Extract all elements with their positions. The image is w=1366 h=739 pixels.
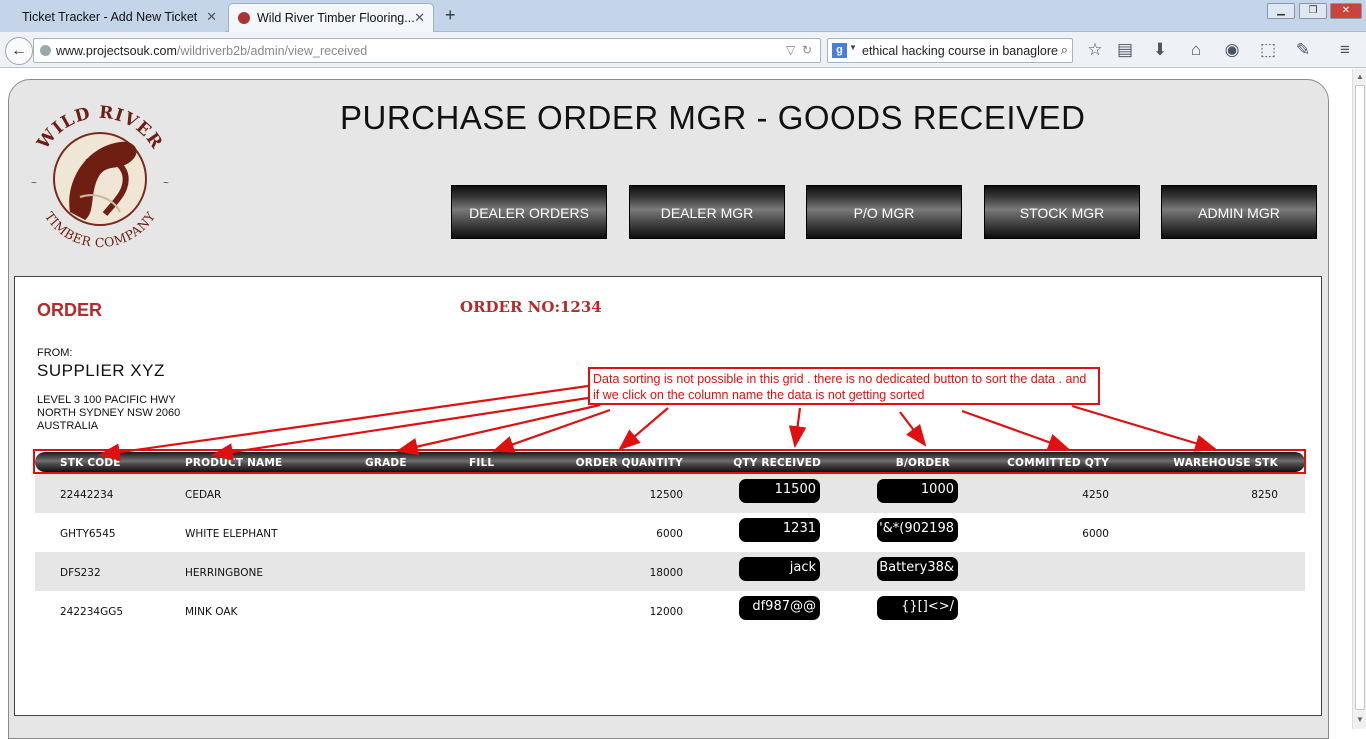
nav-dealer-mgr-button[interactable]: DEALER MGR	[629, 185, 785, 239]
cell-product-name: MINK OAK	[185, 606, 238, 618]
tab-title: Ticket Tracker - Add New Ticket	[22, 10, 198, 24]
table-row: 22442234 CEDAR 12500 11500 1000 4250 825…	[35, 474, 1305, 513]
minimize-window-button[interactable]: ▁	[1267, 3, 1295, 19]
close-window-button[interactable]: ✕	[1330, 3, 1362, 19]
globe-icon	[40, 45, 51, 56]
url-path: /wildriverb2b/admin/view_received	[176, 44, 368, 58]
cell-committed-qty: 6000	[1082, 528, 1109, 540]
cell-committed-qty: 4250	[1082, 489, 1109, 501]
table-row: DFS232 HERRINGBONE 18000 jack Battery38&	[35, 552, 1305, 591]
bookmark-star-icon[interactable]: ☆	[1084, 40, 1106, 60]
order-number: ORDER NO:1234	[460, 298, 602, 316]
qty-received-input[interactable]: 1231	[739, 518, 820, 542]
page-viewport: WILD RIVER TIMBER COMPANY ~ ~ PURCHASE O…	[0, 69, 1352, 739]
address-line-2: NORTH SYDNEY NSW 2060	[37, 407, 181, 419]
browser-nav-bar: ← www.projectsouk.com/wildriverb2b/admin…	[0, 32, 1366, 68]
cell-stk-code: 242234GG5	[60, 606, 124, 618]
order-content-panel: ORDER ORDER NO:1234 FROM: SUPPLIER XYZ L…	[14, 276, 1322, 716]
qty-received-input[interactable]: jack	[739, 557, 820, 581]
download-icon[interactable]: ⬇	[1149, 40, 1171, 60]
screenshot-icon[interactable]: ⬚	[1257, 40, 1279, 60]
cell-order-quantity: 12000	[649, 606, 683, 618]
chevron-down-icon[interactable]: ▼	[849, 43, 857, 52]
nav-admin-mgr-button[interactable]: ADMIN MGR	[1161, 185, 1317, 239]
annotation-callout: Data sorting is not possible in this gri…	[588, 367, 1100, 405]
google-icon[interactable]: g	[832, 43, 847, 58]
scroll-up-icon[interactable]: ▲	[1356, 72, 1364, 81]
cell-stk-code: GHTY6545	[60, 528, 116, 540]
nav-stock-mgr-button[interactable]: STOCK MGR	[984, 185, 1140, 239]
cell-product-name: CEDAR	[185, 489, 222, 501]
from-label: FROM:	[37, 347, 73, 359]
nav-dealer-orders-button[interactable]: DEALER ORDERS	[451, 185, 607, 239]
tab-ticket-tracker[interactable]: Ticket Tracker - Add New Ticket ✕	[0, 3, 225, 32]
url-host: www.projectsouk.com	[56, 44, 177, 58]
vertical-scrollbar[interactable]: ▲ ▼	[1352, 69, 1366, 729]
cell-order-quantity: 6000	[656, 528, 683, 540]
svg-text:~: ~	[31, 178, 37, 189]
cell-product-name: HERRINGBONE	[185, 567, 263, 579]
b-order-input[interactable]: {}[]<>/	[877, 596, 958, 620]
qty-received-input[interactable]: df987@@	[739, 596, 820, 620]
cell-order-quantity: 12500	[649, 489, 683, 501]
search-bar[interactable]: g ▼ ethical hacking course in banaglore …	[827, 38, 1073, 63]
search-input[interactable]: ethical hacking course in banaglore	[862, 44, 1058, 58]
supplier-name: SUPPLIER XYZ	[37, 361, 165, 380]
back-button[interactable]: ←	[5, 37, 33, 65]
new-tab-button[interactable]: +	[445, 5, 456, 26]
search-icon[interactable]: ⌕	[1061, 42, 1068, 58]
cell-order-quantity: 18000	[649, 567, 683, 579]
reload-icon[interactable]: ▽ ↻	[786, 43, 812, 57]
cell-product-name: WHITE ELEPHANT	[185, 528, 278, 540]
cell-warehouse-stk: 8250	[1251, 489, 1278, 501]
address-line-3: AUSTRALIA	[37, 420, 99, 432]
address-line-1: LEVEL 3 100 PACIFIC HWY	[37, 394, 176, 406]
menu-icon[interactable]: ≡	[1334, 40, 1356, 60]
table-row: GHTY6545 WHITE ELEPHANT 6000 1231 '&*(90…	[35, 513, 1305, 552]
svg-text:~: ~	[163, 178, 169, 189]
restore-window-button[interactable]: ❐	[1299, 3, 1327, 19]
cell-stk-code: DFS232	[60, 567, 101, 579]
cell-stk-code: 22442234	[60, 489, 114, 501]
notes-icon[interactable]: ✎	[1292, 40, 1314, 60]
tab-wild-river[interactable]: Wild River Timber Flooring... ✕	[228, 3, 434, 32]
url-bar[interactable]: www.projectsouk.com/wildriverb2b/admin/v…	[33, 38, 821, 63]
wild-river-logo: WILD RIVER TIMBER COMPANY ~ ~	[31, 103, 169, 250]
order-heading: ORDER	[37, 300, 103, 320]
table-row: 242234GG5 MINK OAK 12000 df987@@ {}[]<>/	[35, 591, 1305, 630]
scrollbar-thumb[interactable]	[1355, 85, 1365, 710]
b-order-input[interactable]: Battery38&	[877, 557, 958, 581]
b-order-input[interactable]: 1000	[877, 479, 958, 503]
scroll-down-icon[interactable]: ▼	[1356, 715, 1364, 724]
addon-icon[interactable]: ◉	[1221, 40, 1243, 60]
qty-received-input[interactable]: 11500	[739, 479, 820, 503]
home-icon[interactable]: ⌂	[1185, 40, 1207, 60]
close-tab-icon[interactable]: ✕	[414, 10, 425, 26]
bookmarks-list-icon[interactable]: ▤	[1114, 40, 1136, 60]
site-favicon-icon	[238, 12, 250, 24]
tab-title: Wild River Timber Flooring...	[257, 11, 415, 25]
close-tab-icon[interactable]: ✕	[206, 9, 217, 25]
page-title: PURCHASE ORDER MGR - GOODS RECEIVED	[340, 99, 1086, 136]
browser-tab-bar: Ticket Tracker - Add New Ticket ✕ Wild R…	[0, 0, 1366, 32]
annotation-header-outline	[33, 449, 1306, 474]
nav-po-mgr-button[interactable]: P/O MGR	[806, 185, 962, 239]
b-order-input[interactable]: '&*(902198	[877, 518, 958, 542]
